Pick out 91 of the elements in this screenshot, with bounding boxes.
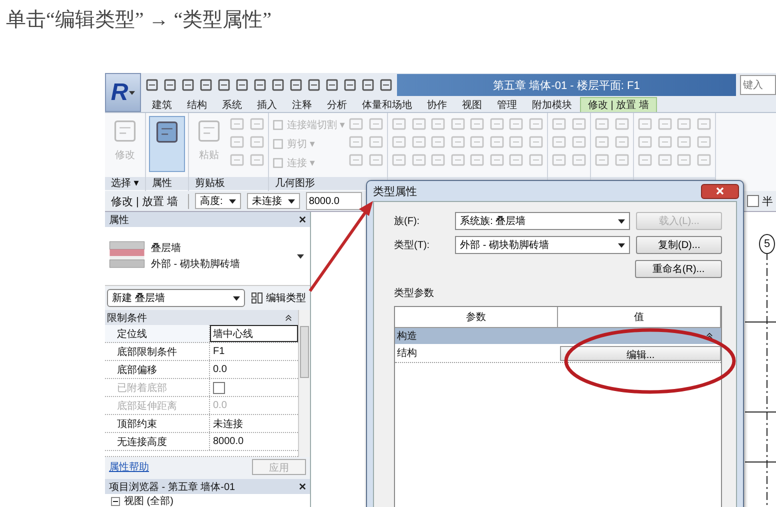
- ribbon-tab[interactable]: 附加模块: [525, 97, 579, 112]
- toolbar-icon[interactable]: [163, 78, 177, 92]
- type-selector[interactable]: 叠层墙 外部 - 砌块勒脚砖墙: [105, 227, 310, 286]
- table-cell-text: 结构: [396, 346, 418, 361]
- ribbon-tab[interactable]: 体量和场地: [355, 97, 419, 112]
- toolbar-icon[interactable]: [289, 78, 303, 92]
- close-icon: [716, 187, 724, 195]
- type-name: 叠层墙: [151, 242, 182, 255]
- property-name: 底部偏移: [105, 361, 210, 378]
- toolbar-icon[interactable]: [145, 78, 159, 92]
- tool-icon: [272, 138, 284, 150]
- collapse-icon[interactable]: [706, 332, 713, 340]
- ribbon-tab[interactable]: 建筑: [145, 97, 179, 112]
- edit-button[interactable]: 编辑...: [560, 346, 721, 360]
- caret-icon: [228, 198, 236, 204]
- collapse-icon[interactable]: [285, 314, 292, 322]
- panel-label: 属性: [146, 177, 188, 190]
- radius-label: 半: [762, 194, 773, 208]
- property-value[interactable]: 墙中心线: [210, 325, 298, 342]
- panel-label: 选择 ▾: [105, 177, 145, 190]
- property-value[interactable]: F1: [210, 343, 298, 360]
- column-header: 参数: [395, 307, 558, 327]
- caret-icon: [233, 296, 240, 300]
- close-icon[interactable]: [299, 483, 306, 490]
- close-button[interactable]: [701, 184, 739, 198]
- section-title: 限制条件: [107, 312, 147, 324]
- panel-label: 剪贴板: [189, 177, 268, 190]
- toolbar-icon[interactable]: [235, 78, 249, 92]
- field-label: 类型(T):: [394, 238, 431, 252]
- top-constraint-dropdown[interactable]: 未连接: [246, 193, 300, 209]
- family-dropdown[interactable]: 系统族: 叠层墙: [455, 212, 630, 230]
- caption-text: 单击“编辑类型” → “类型属性”: [5, 8, 273, 33]
- toolbar-icon[interactable]: [343, 78, 357, 92]
- edit-type-icon: [251, 292, 263, 304]
- property-name: 已附着底部: [105, 379, 210, 396]
- rename-button[interactable]: 重命名(R)...: [635, 260, 722, 278]
- caret-icon: [618, 218, 626, 224]
- height-field[interactable]: 8000.0: [306, 192, 362, 210]
- context-label: 修改 | 放置 墙: [111, 194, 190, 208]
- caret-icon: [618, 242, 626, 248]
- property-name: 无连接高度: [105, 433, 210, 450]
- toolbar-icon[interactable]: [199, 78, 213, 92]
- column-header: 值: [558, 307, 721, 327]
- close-icon[interactable]: [299, 216, 306, 223]
- ribbon-tab[interactable]: 分析: [320, 97, 354, 112]
- section-label: 类型参数: [394, 286, 435, 300]
- ribbon-tab[interactable]: 注释: [285, 97, 319, 112]
- panel-title: 项目浏览器 - 第五章 墙体-01: [109, 480, 236, 494]
- ribbon-tab[interactable]: 修改 | 放置 墙: [580, 97, 657, 112]
- property-name: 顶部约束: [105, 415, 210, 432]
- tree-toggle-icon[interactable]: [111, 496, 120, 506]
- tool-icon: [272, 118, 284, 130]
- height-dropdown[interactable]: 高度:: [195, 193, 241, 209]
- toolbar-icon[interactable]: [181, 78, 195, 92]
- app-menu-button[interactable]: R: [105, 73, 141, 112]
- edit-type-button[interactable]: 编辑类型: [249, 291, 308, 305]
- type-detail: 外部 - 砌块勒脚砖墙: [151, 258, 241, 271]
- ribbon-tab[interactable]: 插入: [250, 97, 284, 112]
- caret-icon: [129, 90, 136, 94]
- ribbon-tab[interactable]: 系统: [215, 97, 249, 112]
- field-label: 族(F):: [394, 214, 421, 228]
- search-field[interactable]: 键入: [740, 75, 776, 95]
- property-value[interactable]: 0.0: [210, 361, 298, 378]
- tool-icon: [272, 156, 284, 168]
- property-name: 底部延伸距离: [105, 397, 210, 414]
- property-value[interactable]: 8000.0: [210, 433, 298, 450]
- property-name: 底部限制条件: [105, 343, 210, 360]
- toolbar-icon[interactable]: [253, 78, 267, 92]
- ribbon-tab[interactable]: 结构: [180, 97, 214, 112]
- window-title: 第五章 墙体-01 - 楼层平面: F1: [397, 74, 736, 96]
- toolbar-icon[interactable]: [379, 78, 393, 92]
- ribbon-tab[interactable]: 管理: [490, 97, 524, 112]
- group-title: 构造: [397, 330, 417, 343]
- ribbon-tool[interactable]: [149, 116, 185, 172]
- toolbar-icon[interactable]: [325, 78, 339, 92]
- toolbar-icon[interactable]: [307, 78, 321, 92]
- duplicate-button[interactable]: 复制(D)...: [636, 236, 722, 254]
- dropdown-icon[interactable]: [297, 254, 304, 258]
- toolbar-icon[interactable]: [271, 78, 285, 92]
- grid-marker: 5: [759, 234, 775, 254]
- caret-icon: [288, 198, 295, 204]
- help-link[interactable]: 属性帮助: [109, 460, 149, 474]
- radius-checkbox[interactable]: [747, 195, 759, 207]
- property-value[interactable]: 未连接: [210, 415, 298, 432]
- type-dropdown[interactable]: 外部 - 砌块勒脚砖墙: [455, 236, 630, 254]
- instance-dropdown[interactable]: 新建 叠层墙: [107, 289, 245, 307]
- panel-title: 属性: [109, 214, 129, 226]
- toolbar-icon[interactable]: [361, 78, 375, 92]
- ribbon-tab[interactable]: 视图: [455, 97, 489, 112]
- toolbar-icon[interactable]: [217, 78, 231, 92]
- ribbon-tab[interactable]: 协作: [420, 97, 454, 112]
